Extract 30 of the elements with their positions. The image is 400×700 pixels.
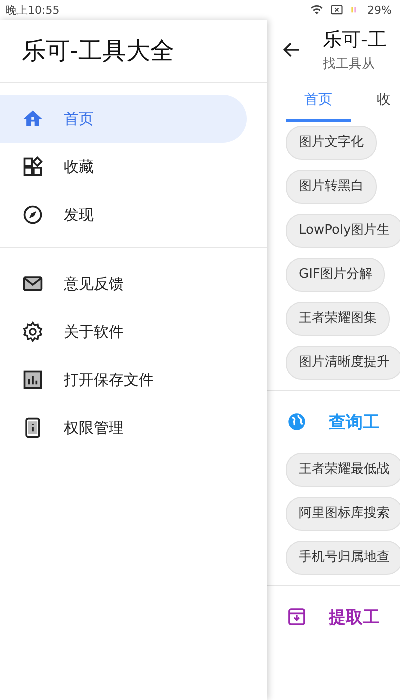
tool-chip[interactable]: 王者荣耀图集 xyxy=(286,302,390,336)
tool-chip[interactable]: 手机号归属地查 xyxy=(286,541,400,575)
tool-chip[interactable]: 图片转黑白 xyxy=(286,170,377,204)
grid-icon xyxy=(22,156,44,178)
tool-chip[interactable]: 阿里图标库搜索 xyxy=(286,497,400,531)
menu-item[interactable]: 关于软件 xyxy=(0,308,247,356)
tool-chip[interactable]: 图片文字化 xyxy=(286,126,377,160)
tool-chip[interactable]: GIF图片分解 xyxy=(286,258,386,292)
menu-item[interactable]: 首页 xyxy=(0,95,247,143)
menu-item[interactable]: 打开保存文件 xyxy=(0,356,247,404)
tab[interactable]: 收 xyxy=(371,80,393,122)
tool-chip[interactable]: 王者荣耀最低战 xyxy=(286,453,400,487)
battery-percent: 29% xyxy=(368,4,392,16)
wifi-icon xyxy=(310,3,324,17)
menu-item[interactable]: 意见反馈 xyxy=(0,260,247,308)
menu-item[interactable]: 权限管理 xyxy=(0,404,247,452)
chart-icon xyxy=(22,369,44,391)
tool-chip[interactable]: 图片清晰度提升 xyxy=(286,346,400,380)
section-title: 提取工 xyxy=(329,606,380,628)
settings-icon xyxy=(22,321,44,343)
sim-card-icon xyxy=(330,3,344,17)
menu-item[interactable]: 发现 xyxy=(0,191,247,239)
menu-item[interactable]: 收藏 xyxy=(0,143,247,191)
page-title: 乐可-工 xyxy=(323,28,387,53)
compass-icon xyxy=(22,204,44,226)
status-time: 晚上10:55 xyxy=(6,2,60,18)
tab[interactable]: 首页 xyxy=(286,80,351,122)
page-subtitle: 找工具从 xyxy=(323,56,376,73)
section-title: 查询工 xyxy=(329,412,380,434)
tool-chip[interactable]: LowPoly图片生 xyxy=(286,214,400,248)
